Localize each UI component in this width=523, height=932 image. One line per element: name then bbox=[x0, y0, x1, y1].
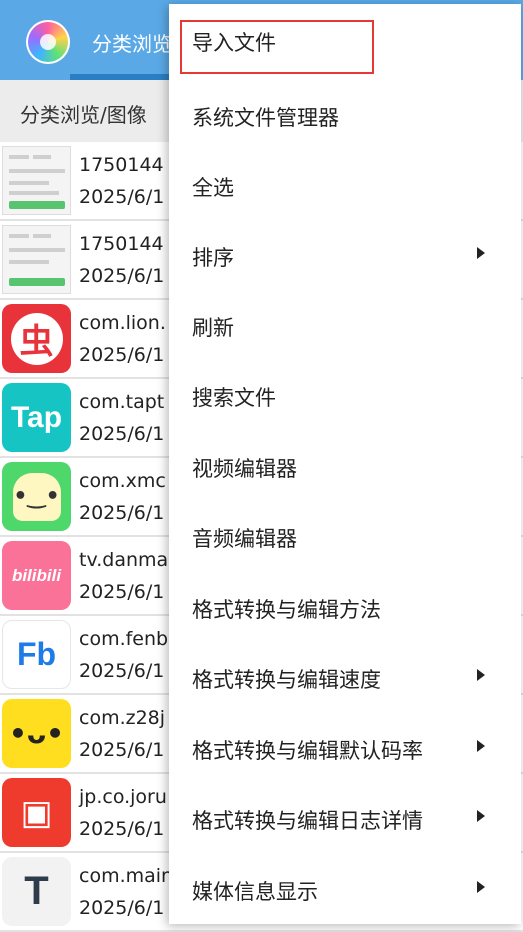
submenu-arrow-icon bbox=[477, 669, 485, 681]
menu-item-label: 格式转换与编辑默认码率 bbox=[192, 739, 423, 763]
breadcrumb[interactable]: 分类浏览/图像 bbox=[20, 99, 147, 128]
face-app-icon: •ᴗ• bbox=[2, 699, 71, 768]
submenu-arrow-icon bbox=[477, 810, 485, 822]
train-app-icon: ▣ bbox=[2, 778, 71, 847]
menu-item-refresh[interactable]: 刷新 bbox=[169, 289, 521, 359]
menu-item-label: 格式转换与编辑方法 bbox=[192, 598, 381, 622]
file-date: 2025/6/1 bbox=[79, 818, 165, 840]
menu-item-label: 视频编辑器 bbox=[192, 457, 297, 481]
menu-item-convert-bitrate[interactable]: 格式转换与编辑默认码率 bbox=[169, 712, 521, 782]
menu-item-label: 排序 bbox=[192, 246, 234, 270]
menu-item-label: 媒体信息显示 bbox=[192, 880, 318, 904]
menu-item-audio-editor[interactable]: 音频编辑器 bbox=[169, 500, 521, 570]
menu-item-label: 全选 bbox=[192, 176, 234, 200]
menu-item-video-editor[interactable]: 视频编辑器 bbox=[169, 430, 521, 500]
chong-app-icon: 虫 bbox=[2, 304, 71, 373]
file-name: com.tapt bbox=[79, 391, 165, 413]
menu-item-sort[interactable]: 排序 bbox=[169, 219, 521, 289]
file-name: tv.danma bbox=[79, 549, 169, 571]
file-date: 2025/6/1 bbox=[79, 423, 165, 445]
file-name: com.z28j bbox=[79, 707, 166, 729]
file-name: com.main bbox=[79, 865, 174, 887]
menu-item-media-info[interactable]: 媒体信息显示 bbox=[169, 853, 521, 923]
submenu-arrow-icon bbox=[477, 247, 485, 259]
menu-item-label: 刷新 bbox=[192, 316, 234, 340]
menu-item-label: 格式转换与编辑速度 bbox=[192, 668, 381, 692]
file-date: 2025/6/1 bbox=[79, 502, 165, 524]
submenu-arrow-icon bbox=[477, 881, 485, 893]
menu-item-convert-method[interactable]: 格式转换与编辑方法 bbox=[169, 571, 521, 641]
t-logo-app-icon: T bbox=[2, 857, 71, 926]
file-name: com.fenb bbox=[79, 628, 169, 650]
menu-item-import-file[interactable]: 导入文件 bbox=[169, 4, 521, 74]
menu-item-label: 系统文件管理器 bbox=[192, 106, 339, 130]
file-date: 2025/6/1 bbox=[79, 265, 165, 287]
file-date: 2025/6/1 bbox=[79, 897, 165, 919]
overflow-menu: 导入文件 系统文件管理器 全选 排序 刷新 搜索文件 视频编辑器 音频编辑器 格… bbox=[169, 4, 521, 924]
file-date: 2025/6/1 bbox=[79, 344, 165, 366]
file-name: 1750144 bbox=[79, 233, 164, 255]
file-date: 2025/6/1 bbox=[79, 739, 165, 761]
file-date: 2025/6/1 bbox=[79, 660, 165, 682]
menu-item-search-files[interactable]: 搜索文件 bbox=[169, 359, 521, 429]
file-name: com.xmc bbox=[79, 470, 166, 492]
file-date: 2025/6/1 bbox=[79, 581, 165, 603]
menu-item-label: 音频编辑器 bbox=[192, 527, 297, 551]
file-name: jp.co.joru bbox=[79, 786, 167, 808]
file-name: 1750144 bbox=[79, 154, 164, 176]
popcorn-app-icon: •‿• bbox=[2, 462, 71, 531]
menu-item-convert-speed[interactable]: 格式转换与编辑速度 bbox=[169, 641, 521, 711]
screenshot-thumbnail bbox=[2, 146, 71, 215]
menu-item-convert-log[interactable]: 格式转换与编辑日志详情 bbox=[169, 782, 521, 852]
app-logo-icon[interactable] bbox=[26, 20, 70, 64]
menu-item-label: 搜索文件 bbox=[192, 386, 276, 410]
menu-item-select-all[interactable]: 全选 bbox=[169, 149, 521, 219]
taptap-app-icon: Tap bbox=[2, 383, 71, 452]
file-name: com.lion. bbox=[79, 312, 166, 334]
file-date: 2025/6/1 bbox=[79, 186, 165, 208]
bilibili-app-icon: bilibili bbox=[2, 541, 71, 610]
submenu-arrow-icon bbox=[477, 740, 485, 752]
screenshot-thumbnail bbox=[2, 225, 71, 294]
tab-category-browse[interactable]: 分类浏览 bbox=[92, 28, 172, 57]
menu-item-label: 格式转换与编辑日志详情 bbox=[192, 809, 423, 833]
fenbi-app-icon: Fb bbox=[2, 620, 71, 689]
menu-item-system-file-manager[interactable]: 系统文件管理器 bbox=[169, 79, 521, 149]
menu-item-label: 导入文件 bbox=[192, 31, 276, 55]
